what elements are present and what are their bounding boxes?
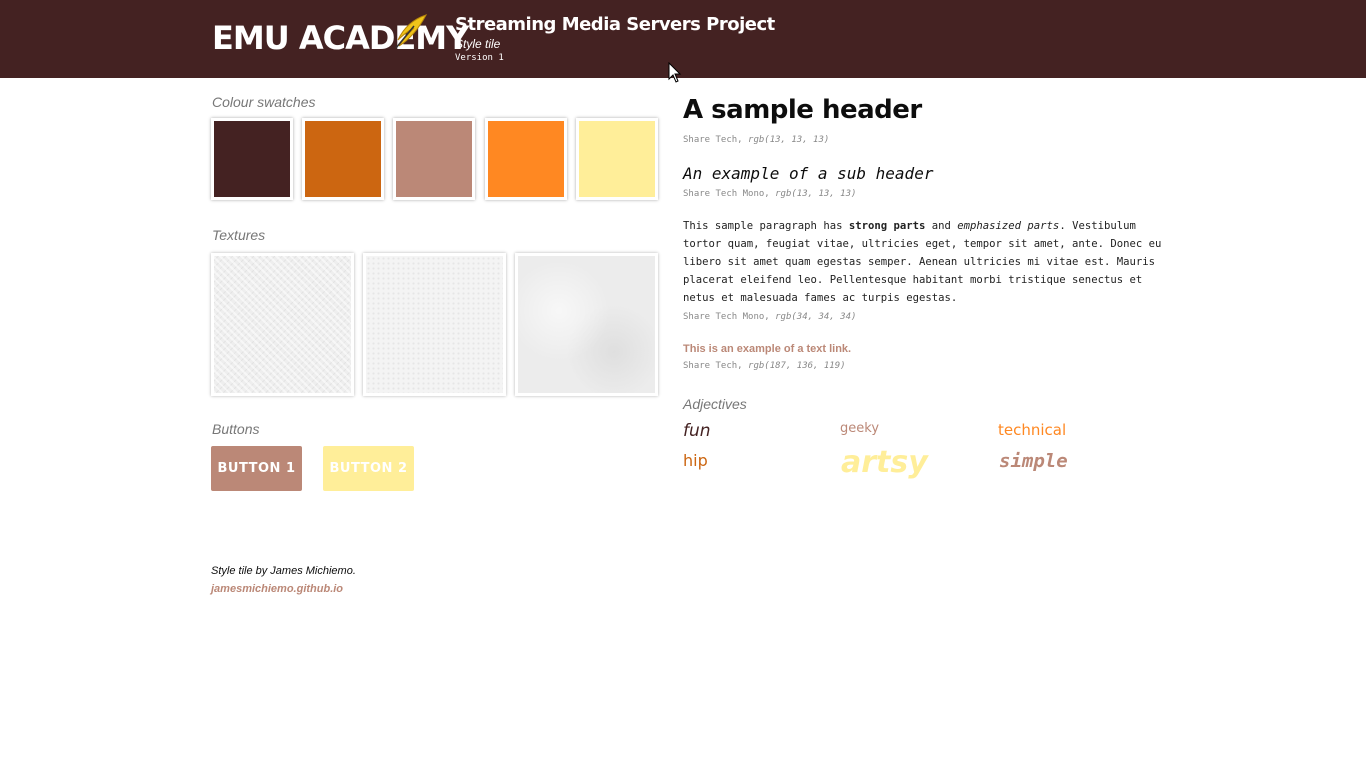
header-font-color: rgb(13, 13, 13) [748, 135, 830, 145]
paragraph-emphasis: emphasized parts [957, 220, 1060, 232]
paragraph-font-color: rgb(34, 34, 34) [775, 312, 857, 322]
subheader-font-color: rgb(13, 13, 13) [775, 189, 857, 199]
sample-subheader: An example of a sub header [683, 164, 934, 183]
paragraph-strong: strong parts [848, 220, 926, 232]
swatch-dark-brown [211, 118, 293, 200]
subheader-font-meta: Share Tech Mono, rgb(13, 13, 13) [683, 188, 856, 200]
textures-label: Textures [212, 227, 266, 243]
project-info: Streaming Media Servers Project Style ti… [455, 13, 775, 65]
paragraph-font-name: Share Tech Mono, [683, 312, 770, 322]
project-version: Version 1 [455, 53, 504, 63]
paragraph-font-meta: Share Tech Mono, rgb(34, 34, 34) [683, 311, 856, 323]
credit-text: Style tile by James Michiemo. [211, 565, 356, 577]
button-2[interactable]: BUTTON 2 [323, 446, 414, 491]
swatch-orange [485, 118, 567, 200]
swatch-rose-brown [393, 118, 475, 200]
link-font-color: rgb(187, 136, 119) [748, 361, 846, 371]
adjective-fun: fun [683, 421, 711, 441]
header-font-name: Share Tech, [683, 135, 743, 145]
author-site-link[interactable]: jamesmichiemo.github.io [211, 580, 343, 598]
header-bar: EMU ACADEMY Streaming Media Servers Proj… [0, 0, 1366, 78]
buttons-label: Buttons [212, 421, 260, 437]
texture-tile-1 [211, 253, 354, 396]
swatch-burnt-orange [302, 118, 384, 200]
adjective-artsy: artsy [841, 445, 928, 480]
adjective-simple: simple [999, 450, 1068, 472]
link-font-meta: Share Tech, rgb(187, 136, 119) [683, 360, 846, 372]
logo[interactable]: EMU ACADEMY [212, 18, 469, 58]
texture-tile-2 [363, 253, 506, 396]
adjective-technical: technical [998, 421, 1067, 439]
paragraph-text-1: This sample paragraph has [683, 220, 849, 232]
adjectives-label: Adjectives [683, 396, 747, 412]
project-title: Streaming Media Servers Project [455, 14, 775, 35]
paragraph-text-3: . Vestibulum tortor quam, feugiat vitae,… [683, 220, 1162, 304]
paragraph-text-2: and [925, 220, 958, 232]
subheader-font-name: Share Tech Mono, [683, 189, 770, 199]
quill-icon [395, 14, 428, 49]
project-subtitle: Style tile [455, 37, 501, 51]
header-font-meta: Share Tech, rgb(13, 13, 13) [683, 134, 829, 146]
texture-tile-3 [515, 253, 658, 396]
sample-text-link[interactable]: This is an example of a text link. [683, 341, 851, 357]
sample-paragraph: This sample paragraph has strong parts a… [683, 217, 1163, 307]
swatch-pale-yellow [576, 118, 658, 200]
link-font-name: Share Tech, [683, 361, 743, 371]
swatches-label: Colour swatches [212, 94, 316, 110]
adjective-hip: hip [683, 451, 708, 470]
sample-header: A sample header [683, 95, 922, 125]
mouse-cursor-icon [668, 62, 682, 83]
button-1[interactable]: BUTTON 1 [211, 446, 302, 491]
adjective-geeky: geeky [840, 421, 880, 436]
